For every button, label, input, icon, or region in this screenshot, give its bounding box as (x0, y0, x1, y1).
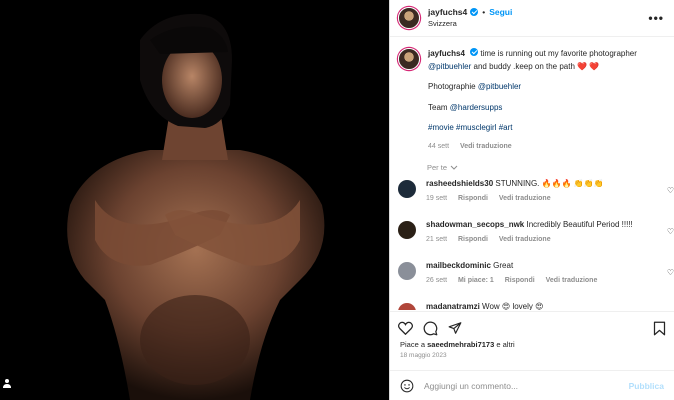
verified-icon (470, 8, 479, 16)
reply-button[interactable]: Rispondi (505, 277, 535, 284)
team-label: Team (428, 102, 448, 112)
comment-likes-count[interactable]: Mi piace: 1 (458, 277, 494, 284)
post-date: 18 maggio 2023 (400, 352, 447, 359)
commenter-username[interactable]: shadowman_secops_nwk (426, 220, 524, 229)
photo-credit-mention[interactable]: @pitbuehler (478, 82, 521, 91)
comment-composer: Pubblica (390, 370, 674, 400)
translate-link[interactable]: Vedi traduzione (460, 143, 512, 150)
translate-link[interactable]: Vedi traduzione (499, 195, 551, 202)
commenter-username[interactable]: rasheedshields30 (426, 179, 493, 188)
comment-item: rasheedshields30 STUNNING. 🔥🔥🔥 👏👏👏 19 se… (390, 178, 674, 205)
share-icon[interactable] (448, 321, 462, 335)
bookmark-icon[interactable] (653, 321, 666, 336)
comment-item: shadowman_secops_nwk Incredibly Beautifu… (390, 219, 674, 246)
likes-user[interactable]: saeedmehrabi7173 (427, 340, 494, 349)
commenter-username[interactable]: mailbeckdominic (426, 261, 491, 270)
per-te-label: Per te (427, 163, 448, 172)
commenter-avatar[interactable] (398, 303, 416, 310)
translate-link[interactable]: Vedi traduzione (546, 277, 598, 284)
commenter-avatar[interactable] (398, 262, 416, 280)
like-comment-heart-icon[interactable]: ♡ (667, 227, 674, 236)
caption-username[interactable]: jayfuchs4 (428, 49, 465, 58)
author-avatar[interactable] (398, 7, 420, 29)
commenter-avatar[interactable] (398, 180, 416, 198)
comment-text: STUNNING. 🔥🔥🔥 👏👏👏 (495, 179, 604, 188)
likes-others[interactable]: e altri (496, 340, 514, 349)
separator-dot: • (482, 7, 486, 17)
reply-button[interactable]: Rispondi (458, 195, 488, 202)
caption-text: time is running out my favorite photogra… (480, 49, 637, 58)
comment-time: 26 sett (426, 277, 448, 284)
post-image[interactable] (0, 0, 389, 400)
comment-icon[interactable] (423, 321, 438, 336)
caption-meta: 44 sett Vedi traduzione (428, 141, 666, 154)
chevron-down-icon (450, 165, 458, 170)
comment-time: 21 sett (426, 236, 448, 243)
like-comment-heart-icon[interactable]: ♡ (667, 309, 674, 310)
follow-button[interactable]: Segui (489, 6, 512, 18)
verified-icon (470, 48, 479, 56)
instagram-post-view: jayfuchs4 • Segui Svizzera ••• jayfuchs4… (0, 0, 674, 400)
likes-prefix: Piace a (400, 340, 426, 349)
more-icon[interactable]: ••• (648, 11, 664, 25)
photo-illustration (0, 0, 389, 400)
tag-user-icon[interactable] (2, 378, 12, 388)
publish-button[interactable]: Pubblica (629, 381, 664, 391)
photo-credit-label: Photographie (428, 82, 476, 91)
caption-text-tail: and buddy .keep on the path ❤️ ❤️ (473, 61, 600, 71)
post-side-panel: jayfuchs4 • Segui Svizzera ••• jayfuchs4… (389, 0, 674, 400)
caption-author-avatar[interactable] (398, 48, 420, 70)
comment-item: mailbeckdominic Great 26 sett Mi piace: … (390, 260, 674, 287)
like-comment-heart-icon[interactable]: ♡ (667, 268, 674, 277)
post-location[interactable]: Svizzera (428, 18, 512, 30)
post-header: jayfuchs4 • Segui Svizzera ••• (390, 0, 674, 37)
team-mention[interactable]: @hardersupps (450, 103, 503, 112)
reply-button[interactable]: Rispondi (458, 236, 488, 243)
hashtags[interactable]: #movie #musclegirl #art (428, 122, 666, 135)
comment-item: madanatramzi Wow 😍 lovely 😍 ♡ (390, 301, 674, 310)
mention-link[interactable]: @pitbuehler (428, 62, 471, 71)
commenter-avatar[interactable] (398, 221, 416, 239)
comments-scroll-area[interactable]: jayfuchs4 time is running out my favorit… (390, 38, 674, 310)
heart-icon[interactable] (398, 321, 413, 335)
commenter-username[interactable]: madanatramzi (426, 302, 480, 310)
post-caption: jayfuchs4 time is running out my favorit… (390, 38, 674, 153)
like-comment-heart-icon[interactable]: ♡ (667, 186, 674, 195)
per-te-filter[interactable]: Per te (390, 153, 674, 172)
translate-link[interactable]: Vedi traduzione (499, 236, 551, 243)
comment-input[interactable] (424, 380, 629, 391)
caption-time: 44 sett (428, 142, 450, 150)
comment-time: 19 sett (426, 195, 448, 202)
comment-text: Incredibly Beautiful Period !!!!! (526, 220, 633, 229)
author-username[interactable]: jayfuchs4 (428, 6, 467, 18)
likes-summary[interactable]: Piace a saeedmehrabi7173 e altri (390, 338, 674, 349)
comment-text: Great (493, 261, 514, 270)
emoji-icon[interactable] (400, 379, 414, 393)
comment-text: Wow 😍 lovely 😍 (482, 302, 544, 310)
